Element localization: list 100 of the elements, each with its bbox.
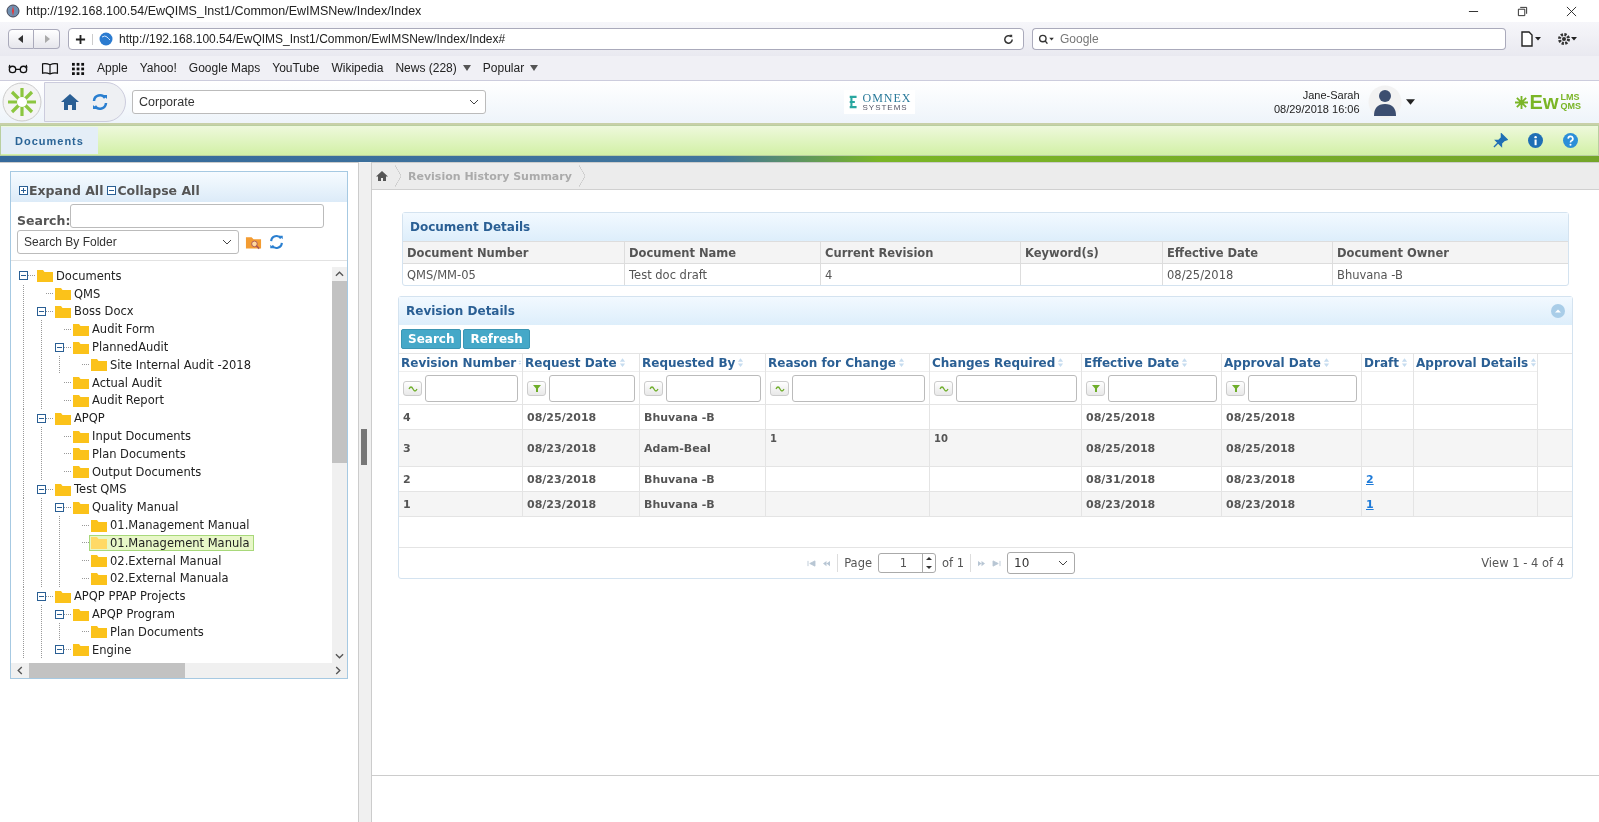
expand-all-link[interactable]: Expand All xyxy=(29,183,104,198)
filter-field[interactable] xyxy=(549,374,635,402)
page-number-field[interactable]: 1 xyxy=(878,553,936,573)
settings-icon[interactable] xyxy=(1556,31,1578,47)
filter-operator-button[interactable] xyxy=(934,380,953,396)
filter-field[interactable] xyxy=(666,374,761,402)
tree-item[interactable]: 01.Management Manula xyxy=(89,534,254,551)
bookmark-link[interactable]: Popular xyxy=(482,61,525,75)
tree-item[interactable]: 02.External Manuala xyxy=(89,570,233,587)
bookmark-link[interactable]: YouTube xyxy=(272,61,320,75)
tree-item[interactable]: 01.Management Manual xyxy=(89,517,254,534)
collapse-toggle-icon[interactable] xyxy=(37,413,46,423)
collapse-all-link[interactable]: Collapse All xyxy=(117,183,200,198)
column-header[interactable]: Approval Date xyxy=(1224,355,1321,370)
address-bar[interactable]: http://192.168.100.54/EwQIMS_Inst1/Common/EwIMSNew/Index/Index# xyxy=(68,28,1024,50)
scroll-right-icon[interactable] xyxy=(335,666,341,675)
tree-item[interactable]: Quality Manual xyxy=(71,499,183,516)
filter-operator-button[interactable] xyxy=(770,380,789,396)
filter-operator-button[interactable] xyxy=(527,380,546,396)
search-mode-select[interactable]: Search By Folder xyxy=(17,230,239,254)
tree-item[interactable]: Engine xyxy=(71,641,136,658)
collapse-toggle-icon[interactable] xyxy=(37,307,46,316)
scroll-up-icon[interactable] xyxy=(335,271,344,277)
collapse-toggle-icon[interactable] xyxy=(55,342,64,352)
filter-operator-button[interactable] xyxy=(644,380,663,396)
tree-item[interactable]: 02.External Manual xyxy=(89,552,226,569)
column-header[interactable]: Revision Number xyxy=(401,355,517,370)
info-icon[interactable] xyxy=(1528,133,1543,148)
tree-item[interactable]: APQP PPAP Projects xyxy=(53,588,190,605)
tree-item[interactable]: Input Documents xyxy=(71,428,195,445)
collapse-toggle-icon[interactable] xyxy=(19,271,28,281)
tree-item[interactable]: Actual Audit xyxy=(71,374,166,391)
tree-item[interactable]: PlannedAudit xyxy=(71,339,173,356)
column-header[interactable]: Reason for Change xyxy=(768,355,896,370)
filter-operator-button[interactable] xyxy=(1086,380,1105,396)
scrollbar-thumb[interactable] xyxy=(332,281,347,463)
company-select[interactable]: Corporate xyxy=(132,90,486,114)
tree-item[interactable]: APQP Program xyxy=(71,606,179,623)
page-menu-icon[interactable] xyxy=(1520,31,1542,47)
tree-item[interactable]: Site Internal Audit -2018 xyxy=(89,356,255,373)
filter-field[interactable] xyxy=(425,374,518,402)
tree-item[interactable]: Test QMS xyxy=(53,481,131,498)
spin-up-icon[interactable] xyxy=(925,556,933,561)
caret-icon[interactable] xyxy=(530,65,539,71)
tree-item[interactable]: Plan Documents xyxy=(71,445,190,462)
filter-operator-button[interactable] xyxy=(403,380,422,396)
page-size-select[interactable]: 10 xyxy=(1007,552,1076,574)
tree-item[interactable]: QMS xyxy=(53,285,105,302)
collapse-toggle-icon[interactable] xyxy=(55,645,64,655)
scroll-left-icon[interactable] xyxy=(17,666,23,675)
collapse-toggle-icon[interactable] xyxy=(37,484,46,494)
tree-item[interactable]: APQP xyxy=(53,410,109,427)
column-header[interactable]: Changes Required xyxy=(932,355,1056,370)
filter-field[interactable] xyxy=(792,374,925,402)
avatar-icon[interactable] xyxy=(1367,85,1402,119)
book-icon[interactable] xyxy=(40,61,60,75)
grid-icon[interactable] xyxy=(72,61,85,75)
filter-field[interactable] xyxy=(1248,374,1357,402)
maximize-icon[interactable] xyxy=(1517,5,1528,17)
refresh-icon[interactable] xyxy=(268,234,285,250)
add-icon[interactable] xyxy=(75,33,93,45)
spin-down-icon[interactable] xyxy=(925,565,933,570)
home-icon[interactable] xyxy=(376,170,388,182)
bookmark-link[interactable]: Apple xyxy=(97,61,128,75)
column-header[interactable]: Effective Date xyxy=(1084,355,1180,370)
refresh-icon[interactable] xyxy=(90,92,110,112)
filter-operator-button[interactable] xyxy=(1226,380,1245,396)
draft-link[interactable]: 2 xyxy=(1366,472,1374,486)
bookmark-link[interactable]: News (228) xyxy=(395,61,457,75)
caret-icon[interactable] xyxy=(1405,99,1415,105)
tree-item[interactable]: Plan Documents xyxy=(89,623,208,640)
collapse-toggle-icon[interactable] xyxy=(37,591,46,601)
tree-item[interactable]: Audit Form xyxy=(71,321,159,338)
draft-link[interactable]: 1 xyxy=(1366,497,1374,511)
help-icon[interactable] xyxy=(1563,133,1578,148)
collapse-toggle-icon[interactable] xyxy=(55,609,64,619)
search-field[interactable] xyxy=(70,204,325,228)
caret-icon[interactable] xyxy=(462,65,471,71)
tree-item[interactable]: Documents xyxy=(35,267,126,284)
column-header[interactable]: Draft xyxy=(1364,355,1399,370)
bookmark-link[interactable]: Yahoo! xyxy=(139,61,177,75)
filter-field[interactable] xyxy=(1108,374,1217,402)
column-header[interactable]: Request Date xyxy=(525,355,617,370)
documents-tab[interactable]: Documents xyxy=(1,127,98,154)
reload-icon[interactable] xyxy=(1002,32,1015,46)
column-header[interactable]: Approval Details xyxy=(1416,355,1529,370)
filter-field[interactable] xyxy=(956,374,1077,402)
tree-item[interactable]: Output Documents xyxy=(71,463,206,480)
scroll-down-icon[interactable] xyxy=(335,653,344,659)
pin-icon[interactable] xyxy=(1493,133,1508,148)
tree-item[interactable]: Audit Report xyxy=(71,392,168,409)
back-button[interactable] xyxy=(8,29,34,49)
collapse-toggle-icon[interactable] xyxy=(55,502,64,512)
home-icon[interactable] xyxy=(60,92,80,112)
close-icon[interactable] xyxy=(1566,5,1577,17)
column-header[interactable]: Requested By xyxy=(642,355,736,370)
tree-item[interactable]: Boss Docx xyxy=(53,303,138,320)
splitter-handle[interactable] xyxy=(361,429,367,465)
scrollbar-thumb[interactable] xyxy=(29,663,185,678)
bookmark-link[interactable]: Google Maps xyxy=(188,61,261,75)
